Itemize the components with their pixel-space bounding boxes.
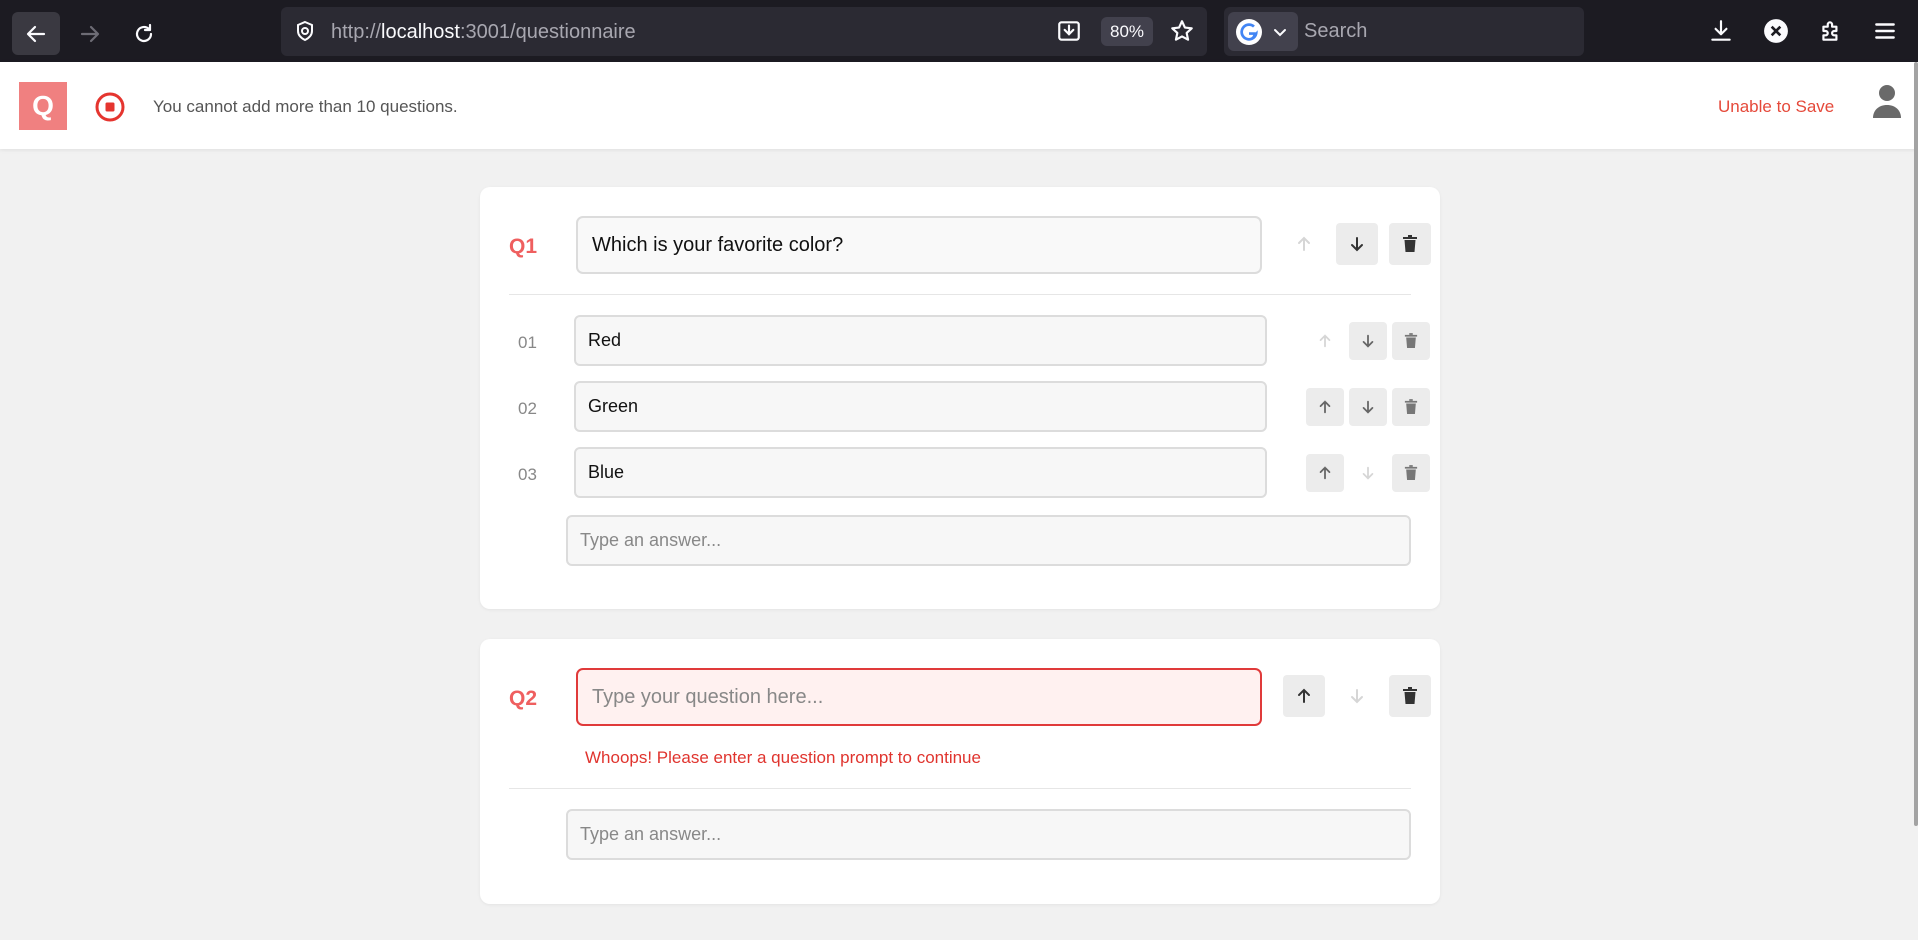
arrow-up-icon bbox=[1319, 400, 1331, 414]
question-move-down-button[interactable] bbox=[1336, 223, 1378, 265]
divider bbox=[509, 788, 1411, 789]
option-move-up-button[interactable] bbox=[1306, 322, 1344, 360]
new-answer-input[interactable]: Type an answer... bbox=[566, 809, 1411, 860]
trash-icon bbox=[1404, 333, 1418, 348]
arrow-down-icon bbox=[1362, 466, 1374, 480]
stop-icon bbox=[95, 92, 125, 127]
trash-icon bbox=[1403, 687, 1417, 704]
trash-icon bbox=[1403, 235, 1417, 252]
question-card: Q2 Type your question here... Whoops! Pl… bbox=[480, 639, 1440, 904]
option-number: 03 bbox=[518, 465, 537, 484]
option-delete-button[interactable] bbox=[1392, 322, 1430, 360]
app-header: Q You cannot add more than 10 questions.… bbox=[0, 62, 1918, 149]
url-path: :3001/questionnaire bbox=[459, 21, 636, 43]
page-scrollbar[interactable] bbox=[1914, 62, 1918, 826]
url-host: localhost bbox=[381, 21, 460, 43]
save-status: Unable to Save bbox=[1718, 97, 1835, 116]
arrow-right-icon bbox=[80, 25, 100, 42]
arrow-up-icon bbox=[1319, 334, 1331, 348]
browser-toolbar: http://localhost:3001/questionnaire 80% … bbox=[0, 0, 1918, 62]
chevron-down-icon bbox=[1272, 24, 1288, 45]
trash-icon bbox=[1404, 399, 1418, 414]
option-move-down-button[interactable] bbox=[1349, 322, 1387, 360]
option-delete-button[interactable] bbox=[1392, 388, 1430, 426]
address-bar[interactable]: http://localhost:3001/questionnaire 80% bbox=[281, 7, 1207, 56]
app-logo: Q bbox=[19, 82, 67, 130]
arrow-up-icon bbox=[1298, 688, 1310, 703]
option-number: 02 bbox=[518, 399, 537, 418]
arrow-down-icon bbox=[1362, 400, 1374, 414]
downloads-icon[interactable] bbox=[1704, 14, 1738, 48]
bookmark-star-icon[interactable] bbox=[1169, 18, 1195, 49]
search-engine-button[interactable] bbox=[1228, 12, 1298, 51]
question-prompt-input[interactable]: Which is your favorite color? bbox=[576, 216, 1262, 274]
question-prompt-input[interactable]: Type your question here... bbox=[576, 668, 1262, 726]
question-prompt-placeholder: Type your question here... bbox=[592, 685, 824, 708]
option-move-down-button[interactable] bbox=[1349, 454, 1387, 492]
arrow-up-icon bbox=[1319, 466, 1331, 480]
question-move-down-button[interactable] bbox=[1336, 675, 1378, 717]
user-icon[interactable] bbox=[1872, 84, 1902, 125]
question-delete-button[interactable] bbox=[1389, 675, 1431, 717]
arrow-up-icon bbox=[1298, 236, 1310, 251]
forward-button[interactable] bbox=[66, 12, 114, 55]
question-move-up-button[interactable] bbox=[1283, 223, 1325, 265]
question-delete-button[interactable] bbox=[1389, 223, 1431, 265]
question-card: Q1 Which is your favorite color? 01 Red … bbox=[480, 187, 1440, 609]
account-x-icon[interactable] bbox=[1759, 14, 1793, 48]
option-input[interactable]: Green bbox=[574, 381, 1267, 432]
option-move-up-button[interactable] bbox=[1306, 454, 1344, 492]
arrow-left-icon bbox=[26, 25, 46, 42]
divider bbox=[509, 294, 1411, 295]
option-move-down-button[interactable] bbox=[1349, 388, 1387, 426]
option-move-up-button[interactable] bbox=[1306, 388, 1344, 426]
search-bar[interactable]: Search bbox=[1224, 7, 1584, 56]
trash-icon bbox=[1404, 465, 1418, 480]
arrow-down-icon bbox=[1351, 689, 1363, 704]
reload-button[interactable] bbox=[120, 12, 168, 55]
back-button[interactable] bbox=[12, 12, 60, 55]
option-number: 01 bbox=[518, 333, 537, 352]
menu-icon[interactable] bbox=[1868, 14, 1902, 48]
new-answer-input[interactable]: Type an answer... bbox=[566, 515, 1411, 566]
extensions-icon[interactable] bbox=[1814, 14, 1848, 48]
zoom-level-badge[interactable]: 80% bbox=[1101, 17, 1153, 46]
url-prefix: http:// bbox=[331, 21, 382, 43]
limit-message: You cannot add more than 10 questions. bbox=[153, 97, 458, 116]
question-move-up-button[interactable] bbox=[1283, 675, 1325, 717]
option-delete-button[interactable] bbox=[1392, 454, 1430, 492]
url-text[interactable]: http://localhost:3001/questionnaire bbox=[331, 21, 636, 44]
shield-icon[interactable] bbox=[293, 19, 317, 48]
question-label: Q2 bbox=[509, 687, 538, 710]
arrow-down-icon bbox=[1362, 334, 1374, 348]
question-label: Q1 bbox=[509, 235, 538, 258]
option-input[interactable]: Blue bbox=[574, 447, 1267, 498]
arrow-down-icon bbox=[1351, 237, 1363, 252]
search-placeholder: Search bbox=[1304, 20, 1368, 42]
save-to-pocket-icon[interactable] bbox=[1056, 18, 1082, 49]
validation-error-message: Whoops! Please enter a question prompt t… bbox=[585, 748, 981, 767]
reload-icon bbox=[135, 23, 153, 42]
option-input[interactable]: Red bbox=[574, 315, 1267, 366]
google-icon bbox=[1236, 19, 1262, 45]
